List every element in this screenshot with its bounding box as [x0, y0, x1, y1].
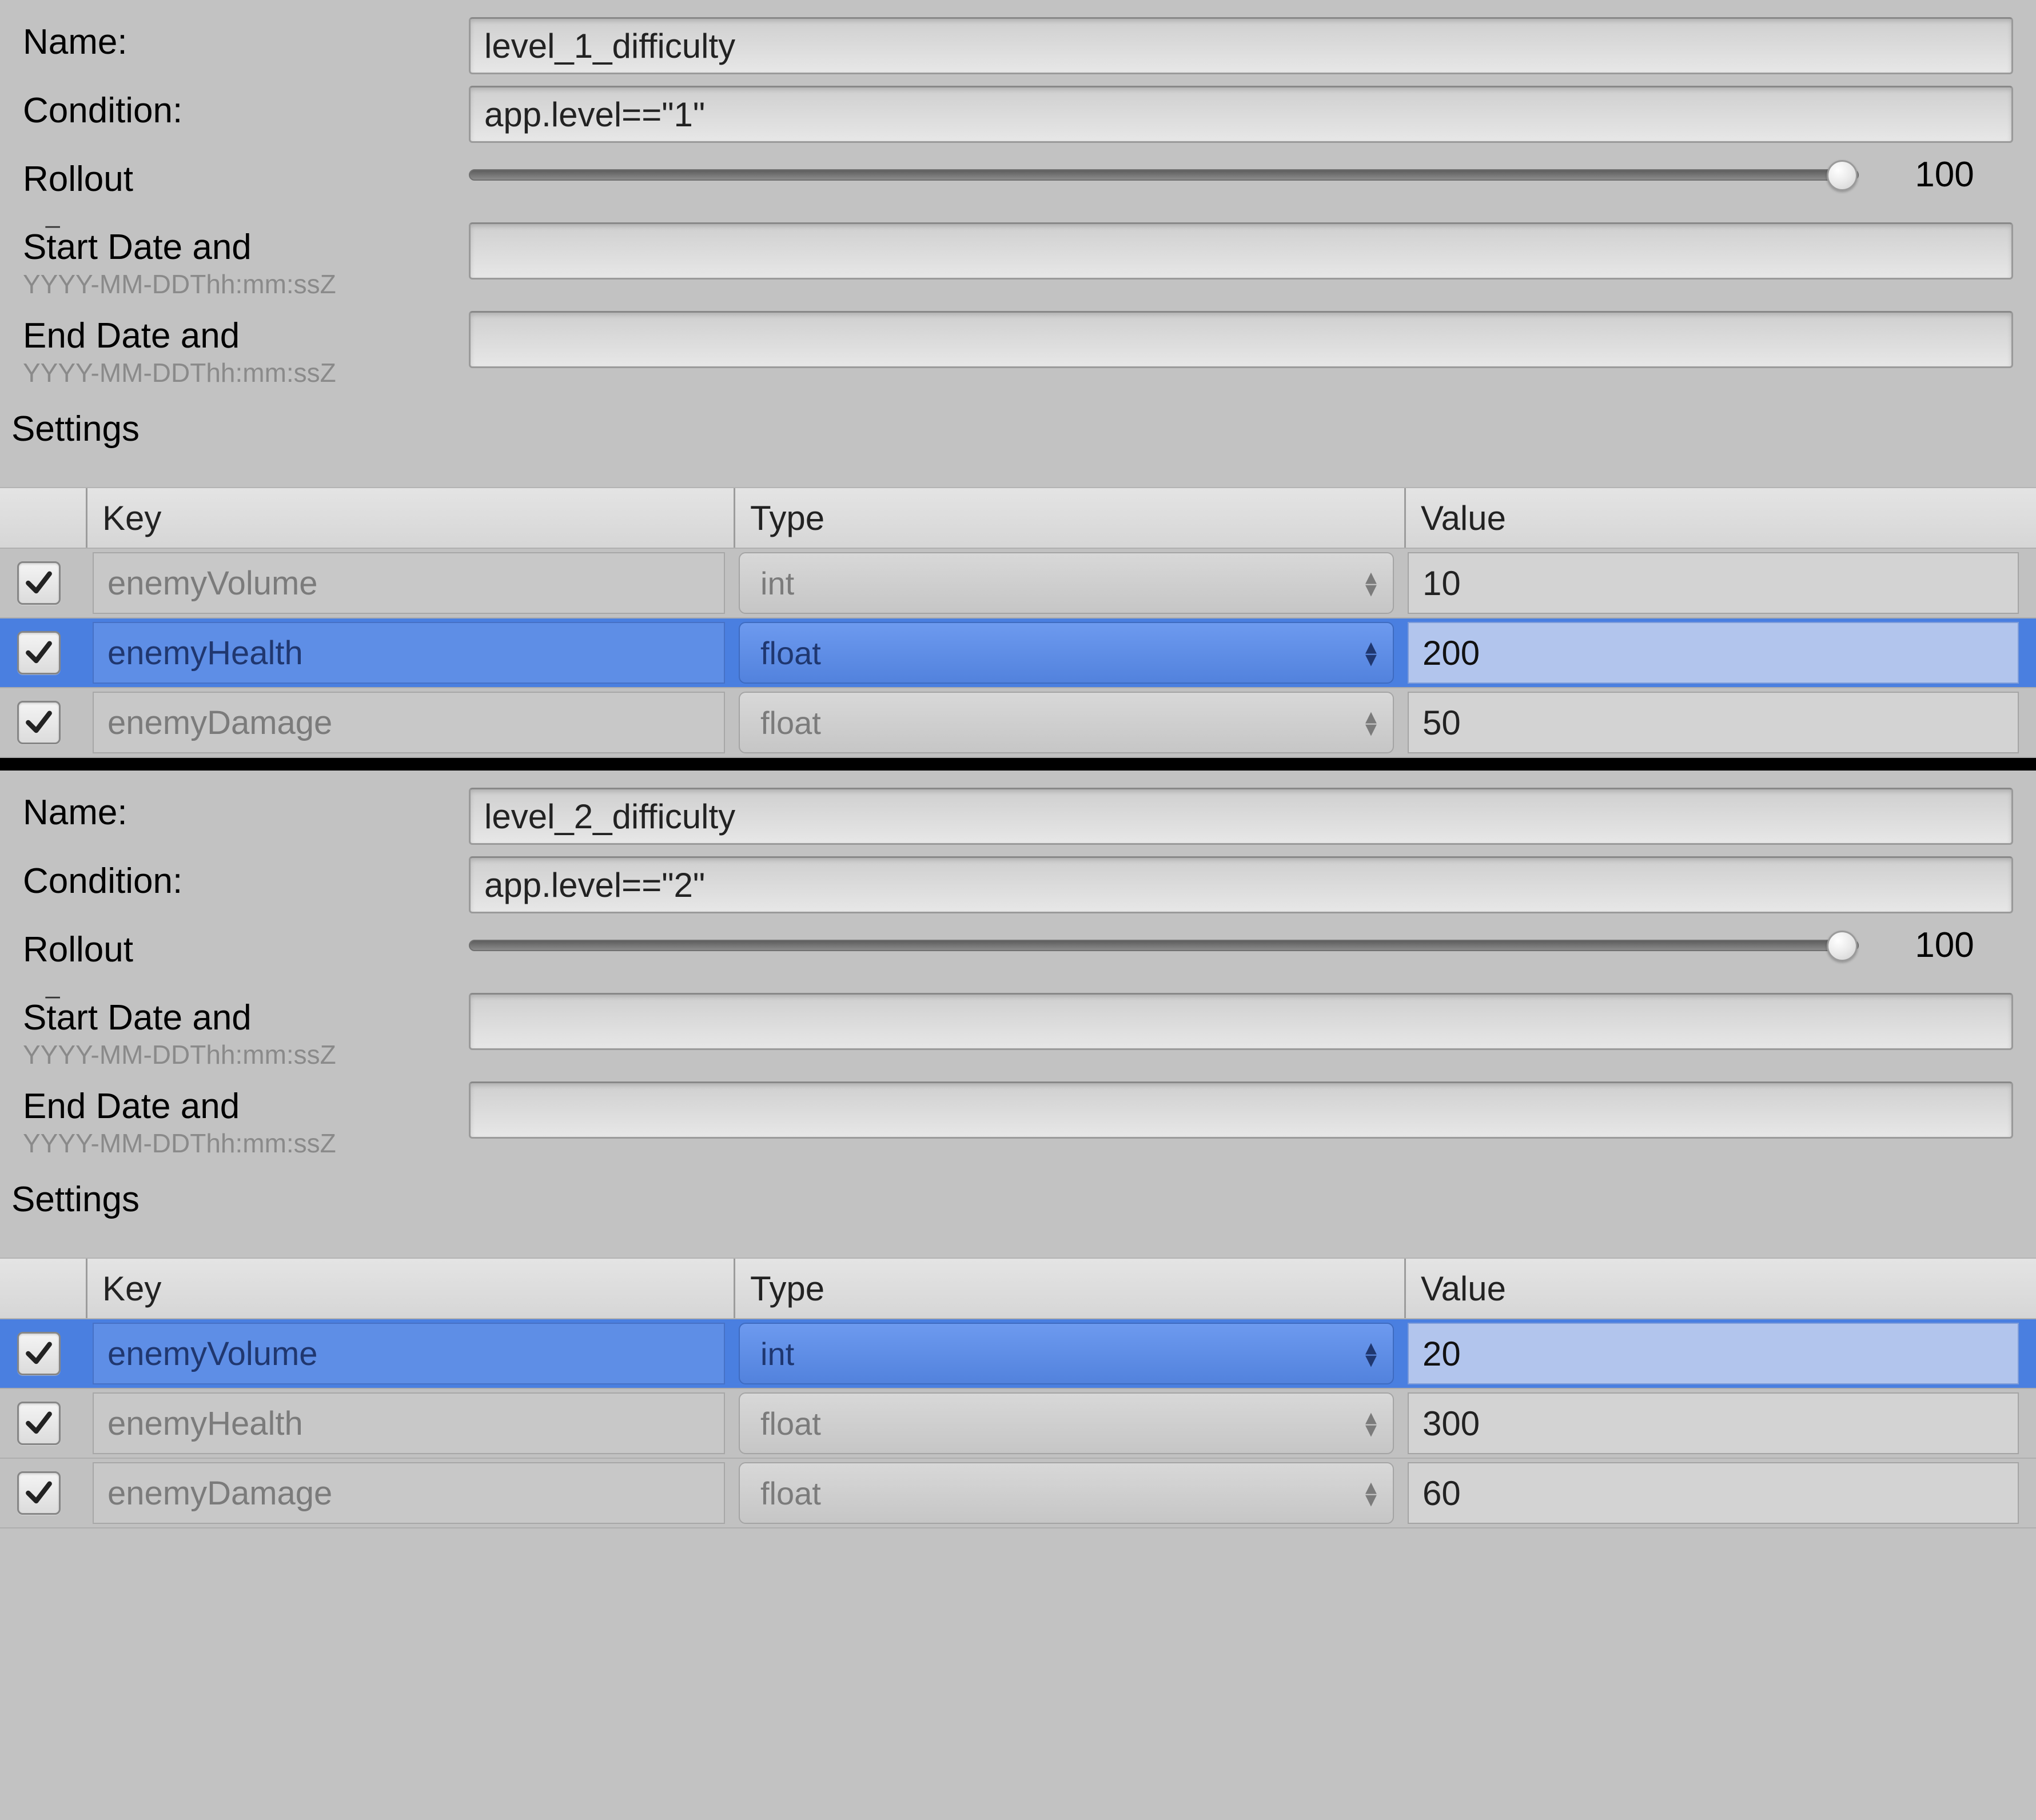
end-date-hint: YYYY-MM-DDThh:mm:ssZ	[23, 1128, 469, 1159]
chevron-up-down-icon: ▴▾	[1365, 1341, 1377, 1366]
key-field[interactable]: enemyHealth	[93, 1392, 725, 1454]
start-date-hint: YYYY-MM-DDThh:mm:ssZ	[23, 269, 469, 300]
value-field[interactable]: 20	[1408, 1323, 2019, 1384]
name-label: Name:	[23, 792, 469, 833]
start-date-label: Start Date and	[23, 227, 469, 268]
column-header-value[interactable]: Value	[1406, 488, 2036, 548]
value-field[interactable]: 300	[1408, 1392, 2019, 1454]
end-date-label: End Date and	[23, 316, 469, 356]
settings-header-row: Key Type Value	[0, 1258, 2036, 1319]
type-dropdown[interactable]: int ▴▾	[739, 1323, 1394, 1384]
row-checkbox[interactable]	[17, 1332, 61, 1375]
settings-heading: Settings	[0, 405, 2036, 455]
config-panel-1: Name: Condition: Rollout 100 _ Start Dat…	[0, 0, 2036, 758]
name-label: Name:	[23, 22, 469, 62]
start-date-label: Start Date and	[23, 997, 469, 1038]
type-value: float	[760, 634, 821, 672]
chevron-up-down-icon: ▴▾	[1365, 710, 1377, 735]
start-date-input[interactable]	[469, 993, 2013, 1050]
condition-label: Condition:	[23, 90, 469, 131]
chevron-up-down-icon: ▴▾	[1365, 1480, 1377, 1506]
type-dropdown[interactable]: float ▴▾	[739, 1462, 1394, 1524]
type-dropdown[interactable]: float ▴▾	[739, 622, 1394, 684]
type-dropdown[interactable]: float ▴▾	[739, 692, 1394, 753]
settings-row[interactable]: enemyHealth float ▴▾ 200	[0, 618, 2036, 688]
rollout-label: Rollout	[23, 929, 469, 970]
type-value: float	[760, 704, 821, 741]
start-date-hint: YYYY-MM-DDThh:mm:ssZ	[23, 1039, 469, 1070]
panel-separator	[0, 758, 2036, 771]
end-date-label: End Date and	[23, 1086, 469, 1127]
rollout-value: 100	[1899, 925, 1990, 965]
column-header-type[interactable]: Type	[735, 1259, 1404, 1318]
settings-row[interactable]: enemyVolume int ▴▾ 20	[0, 1319, 2036, 1389]
row-checkbox[interactable]	[17, 1471, 61, 1515]
chevron-up-down-icon: ▴▾	[1365, 640, 1377, 665]
rollout-label: Rollout	[23, 159, 469, 199]
chevron-up-down-icon: ▴▾	[1365, 1411, 1377, 1436]
settings-heading: Settings	[0, 1176, 2036, 1226]
value-field[interactable]: 60	[1408, 1462, 2019, 1524]
row-checkbox[interactable]	[17, 561, 61, 605]
value-field[interactable]: 50	[1408, 692, 2019, 753]
column-header-value[interactable]: Value	[1406, 1259, 2036, 1318]
settings-row[interactable]: enemyDamage float ▴▾ 50	[0, 688, 2036, 758]
key-field[interactable]: enemyDamage	[93, 692, 725, 753]
name-input[interactable]	[469, 788, 2013, 845]
condition-label: Condition:	[23, 861, 469, 901]
type-value: float	[760, 1405, 821, 1442]
settings-row[interactable]: enemyHealth float ▴▾ 300	[0, 1389, 2036, 1459]
start-date-input[interactable]	[469, 222, 2013, 280]
condition-input[interactable]	[469, 86, 2013, 143]
column-header-key[interactable]: Key	[87, 1259, 734, 1318]
end-date-input[interactable]	[469, 1081, 2013, 1139]
type-value: float	[760, 1475, 821, 1512]
type-value: int	[760, 1335, 794, 1372]
row-checkbox[interactable]	[17, 701, 61, 744]
rollout-slider[interactable]	[469, 928, 1859, 963]
settings-row[interactable]: enemyDamage float ▴▾ 60	[0, 1459, 2036, 1528]
value-field[interactable]: 10	[1408, 552, 2019, 614]
settings-row[interactable]: enemyVolume int ▴▾ 10	[0, 549, 2036, 618]
key-field[interactable]: enemyHealth	[93, 622, 725, 684]
key-field[interactable]: enemyDamage	[93, 1462, 725, 1524]
key-field[interactable]: enemyVolume	[93, 552, 725, 614]
row-checkbox[interactable]	[17, 631, 61, 674]
rollout-value: 100	[1899, 154, 1990, 195]
end-date-hint: YYYY-MM-DDThh:mm:ssZ	[23, 357, 469, 388]
type-value: int	[760, 565, 794, 602]
rollout-slider[interactable]	[469, 158, 1859, 192]
chevron-up-down-icon: ▴▾	[1365, 570, 1377, 596]
type-dropdown[interactable]: float ▴▾	[739, 1392, 1394, 1454]
type-dropdown[interactable]: int ▴▾	[739, 552, 1394, 614]
settings-header-row: Key Type Value	[0, 487, 2036, 549]
condition-input[interactable]	[469, 856, 2013, 913]
key-field[interactable]: enemyVolume	[93, 1323, 725, 1384]
end-date-input[interactable]	[469, 311, 2013, 368]
row-checkbox[interactable]	[17, 1402, 61, 1445]
value-field[interactable]: 200	[1408, 622, 2019, 684]
column-header-type[interactable]: Type	[735, 488, 1404, 548]
name-input[interactable]	[469, 17, 2013, 74]
column-header-key[interactable]: Key	[87, 488, 734, 548]
config-panel-2: Name: Condition: Rollout 100 _ Start Dat…	[0, 771, 2036, 1528]
